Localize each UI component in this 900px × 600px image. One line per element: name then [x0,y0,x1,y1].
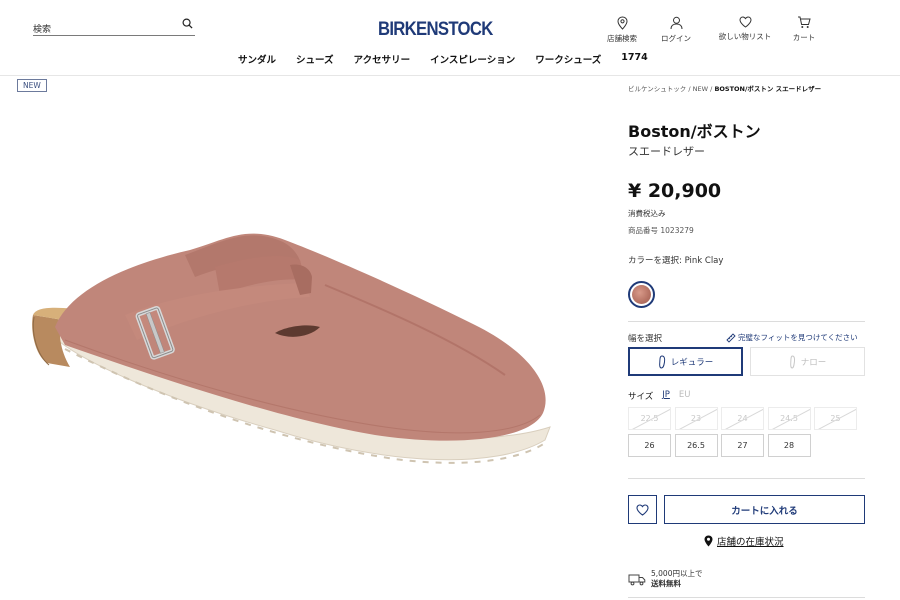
size-option-unavailable[interactable]: 24.5 [767,407,811,430]
store-stock-link[interactable]: 店舗の在庫状況 [704,534,784,548]
shipping-threshold: 5,000円以上で [651,569,703,578]
heart-icon [636,503,649,516]
login-label: ログイン [661,34,691,43]
color-swatch-pink-clay[interactable] [628,281,655,308]
add-to-wishlist-button[interactable] [628,495,657,524]
color-value: Pink Clay [684,256,724,266]
breadcrumb: ビルケンシュトック / NEW / BOSTON/ボストン スエードレザー [628,83,821,93]
cart-label: カート [792,33,816,42]
shipping-info: 5,000円以上で 送料無料 [628,569,702,589]
breadcrumb-separator: / [688,85,691,93]
size-option[interactable]: 27 [721,434,764,457]
cart-button[interactable]: カート [782,16,826,44]
size-option-unavailable[interactable]: 23 [674,407,718,430]
sku-value: 1023279 [660,226,694,235]
size-option-unavailable[interactable]: 25 [814,407,857,430]
sku-label: 商品番号 [628,226,658,235]
fit-guide-link[interactable]: 完璧なフィットを見つけてください [726,332,858,343]
shipping-free: 送料無料 [651,579,681,588]
new-badge: NEW [17,79,47,92]
nav-inspiration[interactable]: インスピレーション [430,52,515,66]
size-option-unavailable[interactable]: 24 [721,407,764,430]
site-header: BIRKENSTOCK 店舗検索 ログイン 欲しい物リスト カート [0,0,900,76]
divider [628,321,865,322]
size-option[interactable]: 26 [628,434,671,457]
cart-icon [797,16,811,29]
birkenstock-logo[interactable]: BIRKENSTOCK [378,19,493,41]
size-option[interactable]: 28 [767,434,811,457]
wishlist-button[interactable]: 欲しい物リスト [708,16,782,44]
width-option-label: レギュラー [670,357,714,368]
product-title: Boston/ボストン [628,122,761,141]
foot-narrow-icon [789,354,796,369]
color-selector-label: カラーを選択: Pink Clay [628,254,723,266]
size-label: サイズ [628,392,654,402]
product-image[interactable] [25,215,560,495]
size-option[interactable]: 26.5 [674,434,718,457]
nav-shoes[interactable]: シューズ [296,52,334,66]
size-option-unavailable[interactable]: 22.5 [628,407,671,430]
heart-icon [738,16,752,28]
product-sku: 商品番号 1023279 [628,225,694,236]
swatch-fill [632,285,651,304]
size-system-jp[interactable]: JP [662,390,670,402]
breadcrumb-category[interactable]: NEW [693,85,708,93]
store-stock-text: 店舗の在庫状況 [717,537,784,548]
divider [628,597,865,598]
color-label: カラーを選択: [628,256,682,266]
tax-note: 消費税込み [628,209,666,218]
location-pin-icon [704,535,713,547]
divider [628,478,865,479]
width-selector-label: 幅を選択 [628,334,663,344]
ruler-icon [726,332,736,343]
search-icon[interactable] [182,18,193,29]
size-system-eu[interactable]: EU [679,390,691,402]
width-option-label: ナロー [800,357,827,368]
add-to-cart-button[interactable]: カートに入れる [664,495,865,524]
search-input[interactable] [33,22,173,38]
nav-work-shoes[interactable]: ワークシューズ [535,52,601,66]
breadcrumb-home[interactable]: ビルケンシュトック [628,85,686,93]
location-pin-icon [616,16,628,30]
store-locator-label: 店舗検索 [607,34,637,43]
shipping-text: 5,000円以上で 送料無料 [651,569,702,589]
size-grid: 22.5 23 24 24.5 25 26 26.5 27 28 [628,407,857,457]
search-box[interactable] [33,17,195,38]
breadcrumb-separator: / [710,85,713,93]
breadcrumb-current: BOSTON/ボストン スエードレザー [714,85,822,93]
wishlist-label: 欲しい物リスト [718,32,772,41]
main-nav: サンダル シューズ アクセサリー インスピレーション ワークシューズ 1774 [238,52,668,66]
fit-guide-text: 完璧なフィットを見つけてください [738,333,858,342]
header-actions: 店舗検索 ログイン 欲しい物リスト カート [600,16,826,44]
product-material: スエードレザー [628,145,705,158]
size-system-selector: サイズ JP EU [628,390,690,402]
product-price: ¥ 20,900 [628,180,722,202]
width-option-regular[interactable]: レギュラー [628,347,743,376]
user-icon [670,16,683,30]
nav-1774[interactable]: 1774 [621,52,647,66]
login-button[interactable]: ログイン [644,16,708,44]
truck-icon [628,573,646,586]
nav-sandals[interactable]: サンダル [238,52,276,66]
nav-accessories[interactable]: アクセサリー [354,52,411,66]
foot-regular-icon [658,354,666,369]
width-option-narrow[interactable]: ナロー [750,347,865,376]
store-locator-button[interactable]: 店舗検索 [600,16,644,44]
